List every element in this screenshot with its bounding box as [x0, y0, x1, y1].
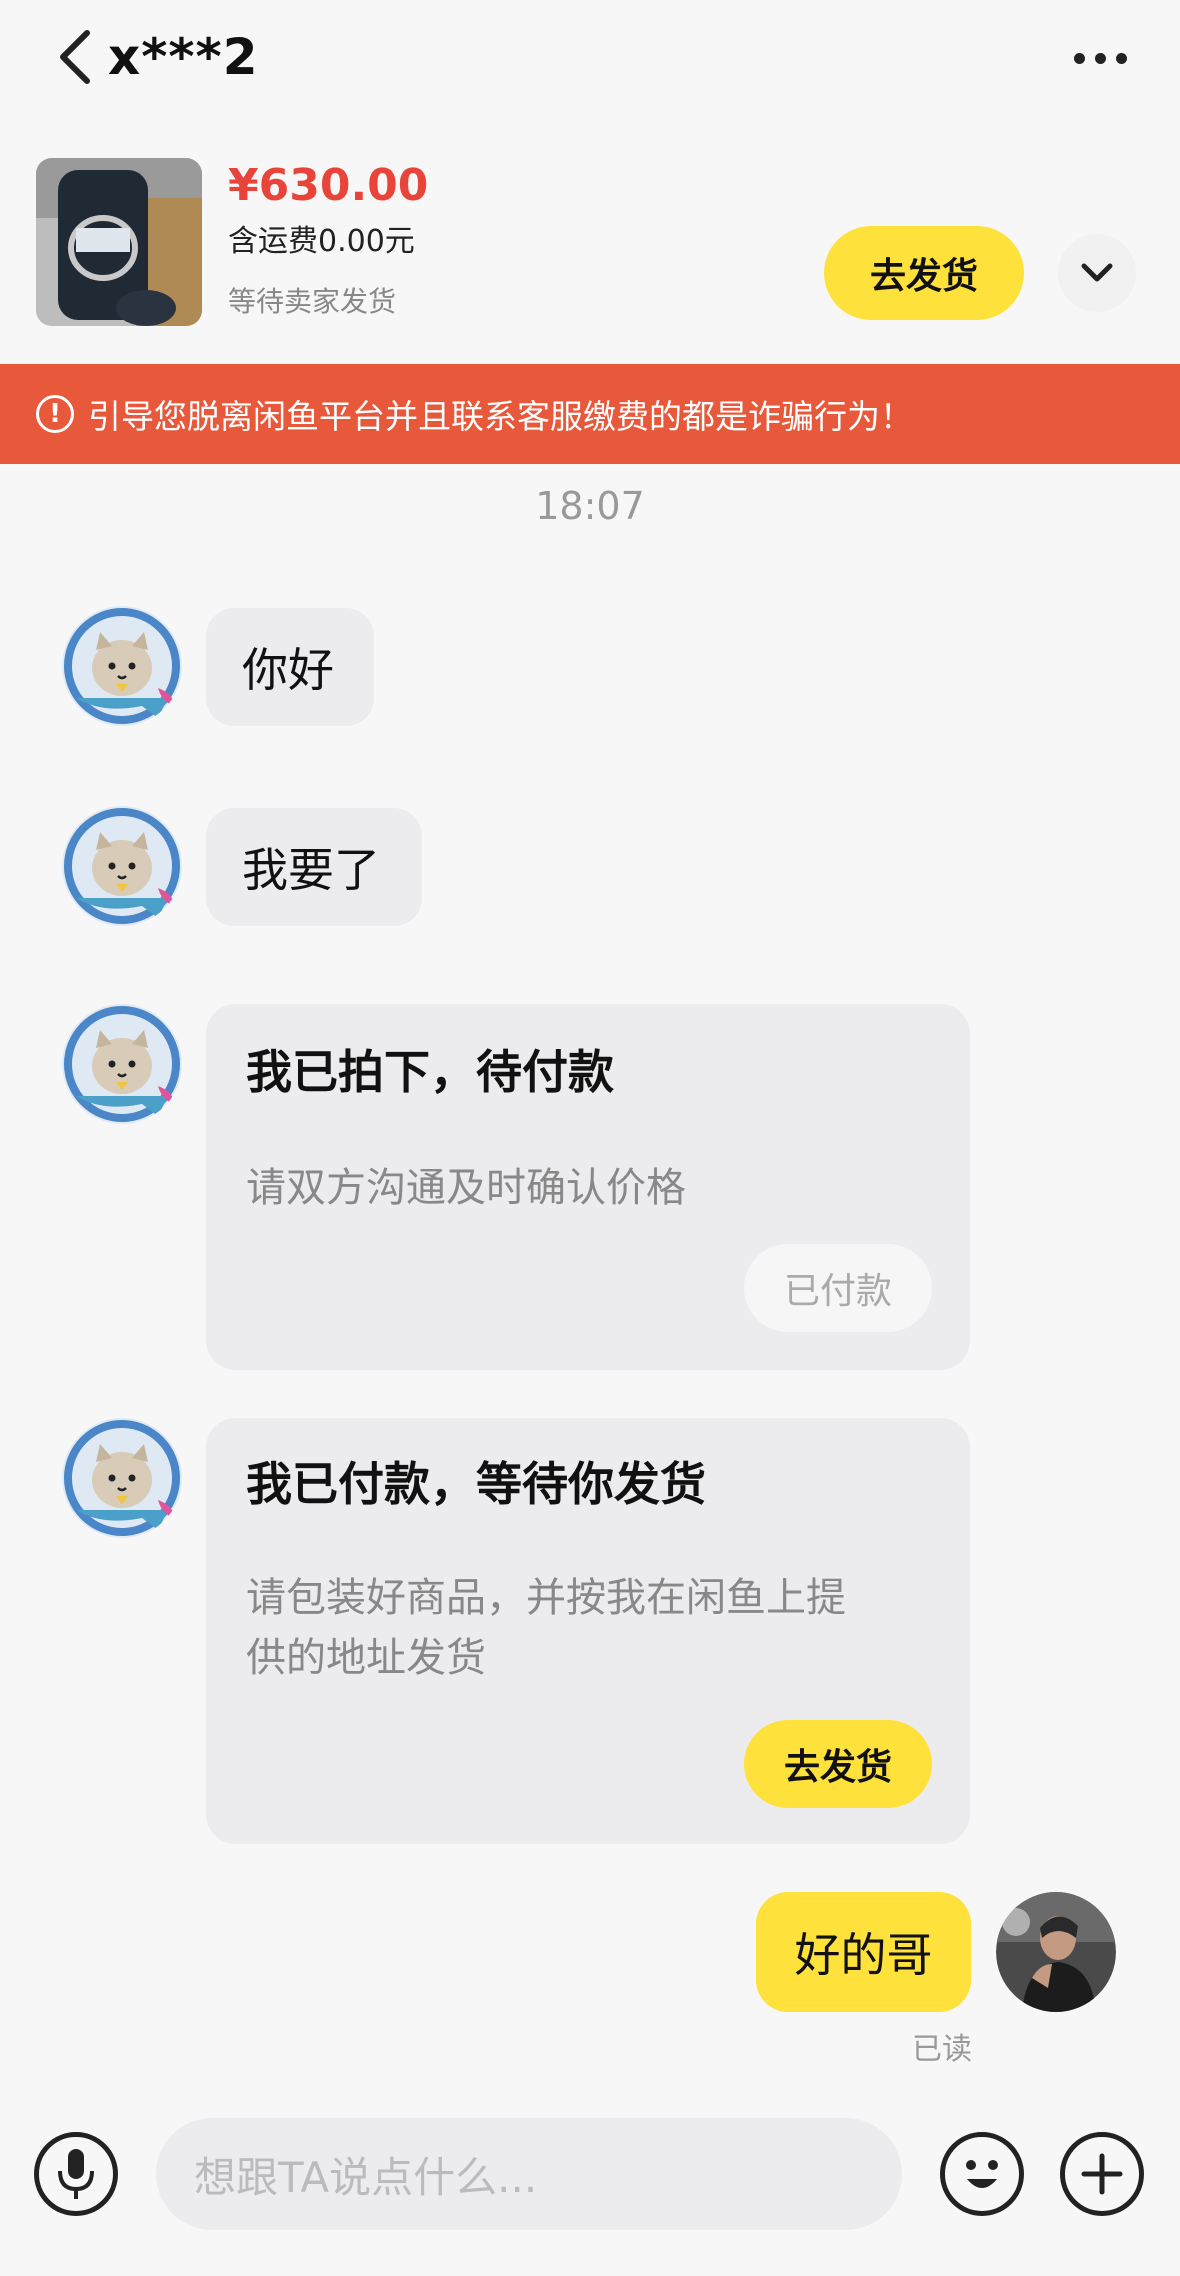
- paid-button: 已付款: [744, 1244, 932, 1332]
- expand-button[interactable]: [1058, 234, 1136, 312]
- cat-avatar-icon: [62, 1004, 182, 1124]
- read-receipt: 已读: [912, 2032, 972, 2067]
- back-button[interactable]: [40, 22, 110, 92]
- chevron-left-icon: [60, 30, 90, 84]
- card-title: 我已付款，等待你发货: [246, 1457, 706, 1511]
- card-subtitle-line2: 供的地址发货: [246, 1635, 486, 1681]
- smiley-icon: [966, 2160, 998, 2188]
- more-dot: [1115, 52, 1127, 64]
- emoji-button[interactable]: [940, 2132, 1024, 2216]
- incoming-message: 我要了: [206, 808, 422, 926]
- order-status: 等待卖家发货: [228, 285, 397, 318]
- more-dots-icon: [1073, 52, 1085, 64]
- product-thumbnail[interactable]: [36, 158, 202, 326]
- product-price: ¥630.00: [228, 160, 429, 211]
- chat-title: x***2: [108, 28, 259, 86]
- ship-button[interactable]: 去发货: [824, 226, 1024, 320]
- microphone-icon: [58, 2149, 94, 2199]
- more-actions-button[interactable]: [1060, 2132, 1144, 2216]
- voice-input-button[interactable]: [34, 2132, 118, 2216]
- buyer-avatar[interactable]: [62, 1004, 182, 1124]
- message-timestamp: 18:07: [535, 484, 645, 528]
- user-photo-avatar: [996, 1892, 1116, 2012]
- order-card-paid: 我已付款，等待你发货 请包装好商品，并按我在闲鱼上提 供的地址发货 去发货: [206, 1418, 970, 1844]
- buyer-avatar[interactable]: [62, 806, 182, 926]
- cat-avatar-icon: [62, 606, 182, 726]
- cat-avatar-icon: [62, 806, 182, 926]
- order-card-pending-payment: 我已拍下，待付款 请双方沟通及时确认价格 已付款: [206, 1004, 970, 1370]
- seller-avatar[interactable]: [996, 1892, 1116, 2012]
- shipping-fee: 含运费0.00元: [228, 224, 415, 259]
- plus-icon: [1081, 2153, 1123, 2195]
- more-dot: [1094, 52, 1106, 64]
- product-image: [36, 158, 202, 326]
- buyer-avatar[interactable]: [62, 606, 182, 726]
- more-button[interactable]: [1060, 30, 1140, 86]
- card-subtitle: 请双方沟通及时确认价格: [246, 1165, 686, 1211]
- message-input[interactable]: 想跟TA说点什么...: [156, 2118, 902, 2230]
- chevron-down-icon: [1081, 263, 1113, 282]
- outgoing-message: 好的哥: [756, 1892, 971, 2012]
- card-subtitle-line1: 请包装好商品，并按我在闲鱼上提: [246, 1575, 846, 1621]
- incoming-message: 你好: [206, 608, 374, 726]
- fraud-warning-banner: ! 引导您脱离闲鱼平台并且联系客服缴费的都是诈骗行为！: [0, 364, 1180, 464]
- card-title: 我已拍下，待付款: [246, 1045, 614, 1099]
- alert-circle-icon: !: [36, 395, 74, 433]
- ship-button-card[interactable]: 去发货: [744, 1720, 932, 1808]
- cat-avatar-icon: [62, 1418, 182, 1538]
- warning-text: 引导您脱离闲鱼平台并且联系客服缴费的都是诈骗行为！: [88, 397, 913, 436]
- buyer-avatar[interactable]: [62, 1418, 182, 1538]
